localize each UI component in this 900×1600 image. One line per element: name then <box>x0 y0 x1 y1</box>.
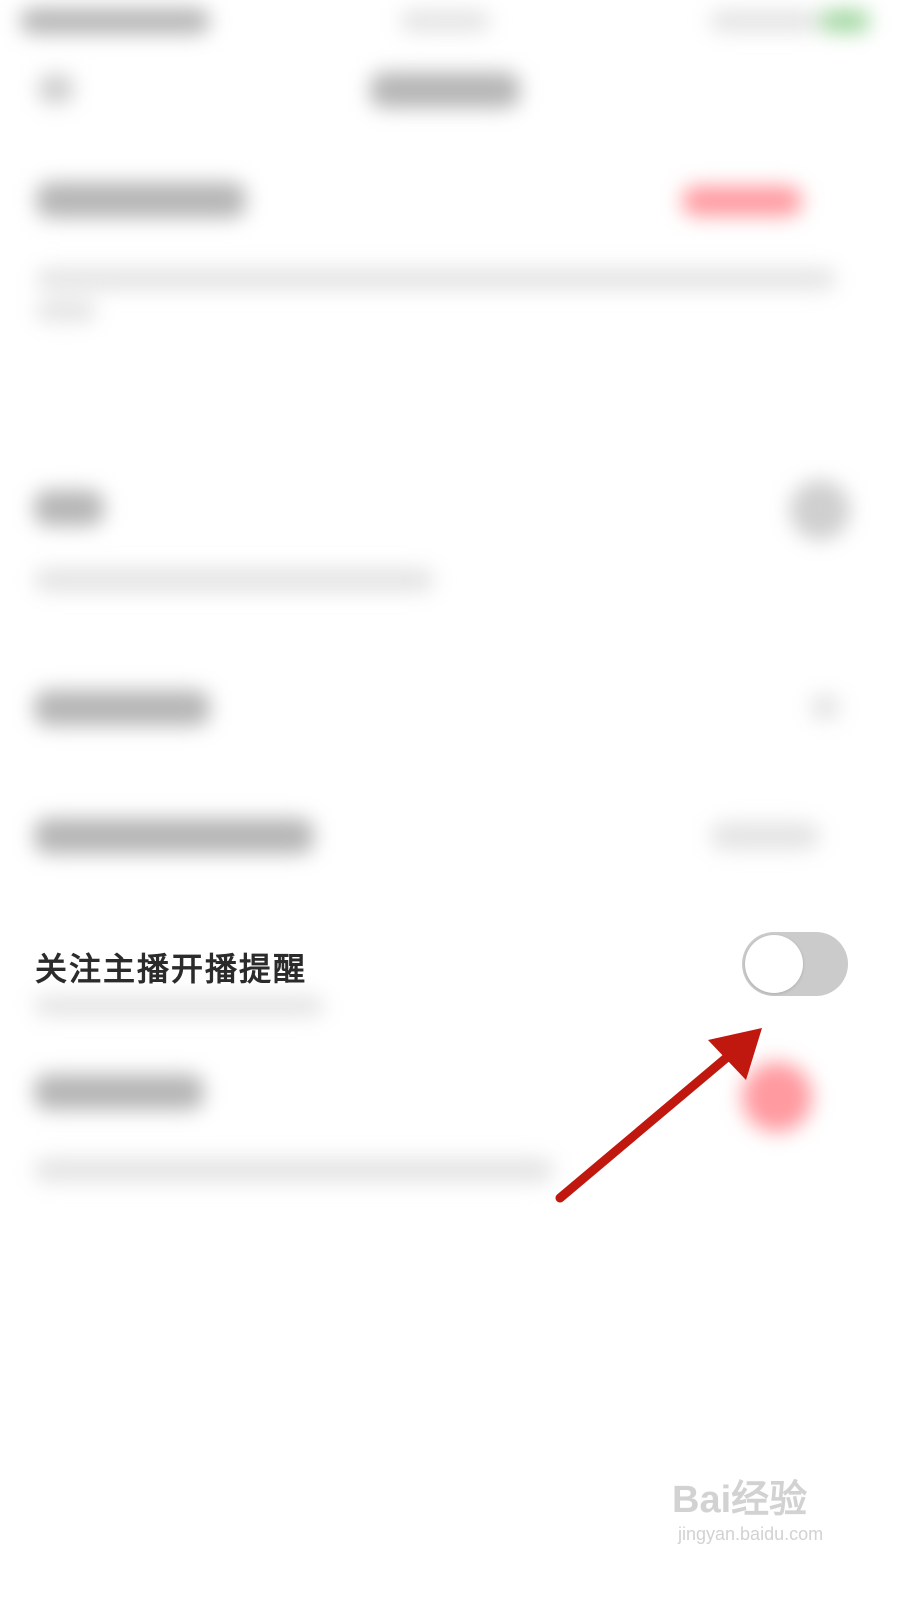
toggle-knob <box>745 935 803 993</box>
follow-streamer-reminder-toggle[interactable] <box>742 932 848 996</box>
follow-streamer-reminder-label: 关注主播开播提醒 <box>35 950 308 988</box>
follow-streamer-reminder-row: 关注主播开播提醒 <box>0 920 900 1010</box>
watermark-brand: Bai经验 <box>672 1479 808 1521</box>
baidu-jingyan-watermark: Bai经验 jingyan.baidu.com <box>672 1468 852 1558</box>
watermark-url: jingyan.baidu.com <box>678 1524 824 1544</box>
blurred-background <box>0 0 900 1600</box>
annotation-arrow-icon <box>555 1028 762 1203</box>
